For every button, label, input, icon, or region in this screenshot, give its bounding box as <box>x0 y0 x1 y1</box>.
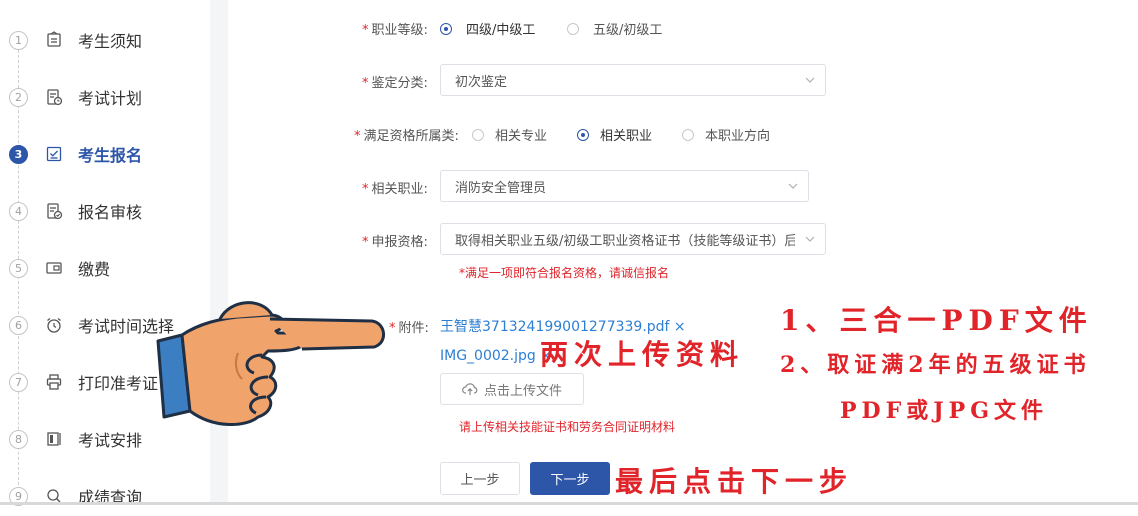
printer-icon <box>45 373 63 391</box>
level-label-text: 职业等级: <box>371 23 428 38</box>
qualification-type-label: * 满足资格所属类: <box>354 129 459 144</box>
radio-checked-icon <box>577 128 589 141</box>
chevron-down-icon <box>805 77 815 83</box>
qualification-hint: *满足一项即符合报名资格，请诚信报名 <box>459 266 670 280</box>
apply-qualification-label: * 申报资格: <box>362 235 428 250</box>
step-number: 1 <box>9 30 28 50</box>
attachment-file-jpg[interactable]: IMG_0002.jpg × <box>440 348 552 364</box>
annotation-final-step: 最后点击下一步 <box>615 465 854 498</box>
step-label: 考生报名 <box>78 146 143 165</box>
notice-icon <box>45 31 63 49</box>
alarm-clock-icon <box>45 316 63 334</box>
related-occupation-label: * 相关职业: <box>362 182 428 197</box>
radio-unchecked-icon <box>567 22 579 35</box>
annotation-uploaded-twice: 两次上传资料 <box>540 338 745 371</box>
step-label: 考试安排 <box>78 431 143 450</box>
category-select-value: 初次鉴定 <box>455 74 508 90</box>
schedule-icon <box>45 430 63 448</box>
review-icon <box>45 202 63 220</box>
step-number: 8 <box>9 429 28 449</box>
prev-step-button[interactable]: 上一步 <box>440 462 520 495</box>
step-label: 考试计划 <box>78 89 143 108</box>
qual-radio-related-occupation[interactable]: 相关职业 <box>577 125 652 144</box>
step-number: 4 <box>9 201 28 221</box>
step-label: 报名审核 <box>78 203 143 222</box>
attachment-label: * 附件: <box>389 321 429 336</box>
step-item-notice[interactable]: 1 考生须知 <box>0 20 210 60</box>
step-number: 5 <box>9 258 28 278</box>
qual-radio-related-major[interactable]: 相关专业 <box>472 125 547 144</box>
category-label: * 鉴定分类: <box>362 76 428 91</box>
apply-qualification-label-text: 申报资格: <box>371 235 428 250</box>
step-item-payment[interactable]: 5 缴费 <box>0 248 210 288</box>
annotation-note-1: 1、三合一PDF文件 <box>780 304 1093 337</box>
step-item-score-query[interactable]: 9 成绩查询 <box>0 476 210 516</box>
category-select[interactable]: 初次鉴定 <box>440 64 826 96</box>
cloud-upload-icon <box>462 383 478 395</box>
attachment-hint: 请上传相关技能证书和劳务合同证明材料 <box>459 420 676 434</box>
qualification-type-label-text: 满足资格所属类: <box>363 129 459 144</box>
step-number: 6 <box>9 315 28 335</box>
step-label: 打印准考证 <box>78 374 159 393</box>
radio-label: 四级/中级工 <box>466 23 536 38</box>
category-label-text: 鉴定分类: <box>371 76 428 91</box>
level-label: * 职业等级: <box>362 23 428 38</box>
radio-label: 五级/初级工 <box>593 23 663 38</box>
apply-qualification-select[interactable]: 取得相关职业五级/初级工职业资格证书（技能等级证书）后 <box>440 223 826 255</box>
radio-checked-icon <box>440 22 452 35</box>
level-radio-junior[interactable]: 五级/初级工 <box>567 19 662 38</box>
step-label: 考生须知 <box>78 32 143 51</box>
next-step-button[interactable]: 下一步 <box>530 462 610 495</box>
upload-button[interactable]: 点击上传文件 <box>440 373 584 405</box>
register-icon <box>45 145 63 163</box>
step-number: 2 <box>9 87 28 107</box>
step-number: 7 <box>9 372 28 392</box>
step-item-plan[interactable]: 2 考试计划 <box>0 77 210 117</box>
radio-label: 本职业方向 <box>705 129 771 144</box>
apply-qualification-value: 取得相关职业五级/初级工职业资格证书（技能等级证书）后 <box>455 233 795 249</box>
step-item-register[interactable]: 3 考生报名 <box>0 134 210 174</box>
chevron-down-icon <box>788 183 798 189</box>
radio-unchecked-icon <box>472 128 484 141</box>
related-occupation-value: 消防安全管理员 <box>455 180 547 196</box>
plan-icon <box>45 88 63 106</box>
wallet-icon <box>45 259 63 277</box>
related-occupation-select[interactable]: 消防安全管理员 <box>440 170 809 202</box>
step-number: 3 <box>9 144 28 164</box>
annotation-note-3: PDF或JPG文件 <box>840 398 1048 424</box>
radio-label: 相关专业 <box>495 129 548 144</box>
level-radio-intermediate[interactable]: 四级/中级工 <box>440 19 535 38</box>
related-occupation-label-text: 相关职业: <box>371 182 428 197</box>
qual-radio-this-occupation[interactable]: 本职业方向 <box>682 125 770 144</box>
upload-button-label: 点击上传文件 <box>483 383 562 399</box>
radio-unchecked-icon <box>682 128 694 141</box>
pointing-hand-icon <box>156 301 385 427</box>
step-label: 缴费 <box>78 260 111 279</box>
radio-label: 相关职业 <box>600 129 653 144</box>
annotation-note-2: 2、取证满2年的五级证书 <box>780 352 1091 378</box>
attachment-label-text: 附件: <box>398 321 429 336</box>
step-item-review[interactable]: 4 报名审核 <box>0 191 210 231</box>
chevron-down-icon <box>805 236 815 242</box>
